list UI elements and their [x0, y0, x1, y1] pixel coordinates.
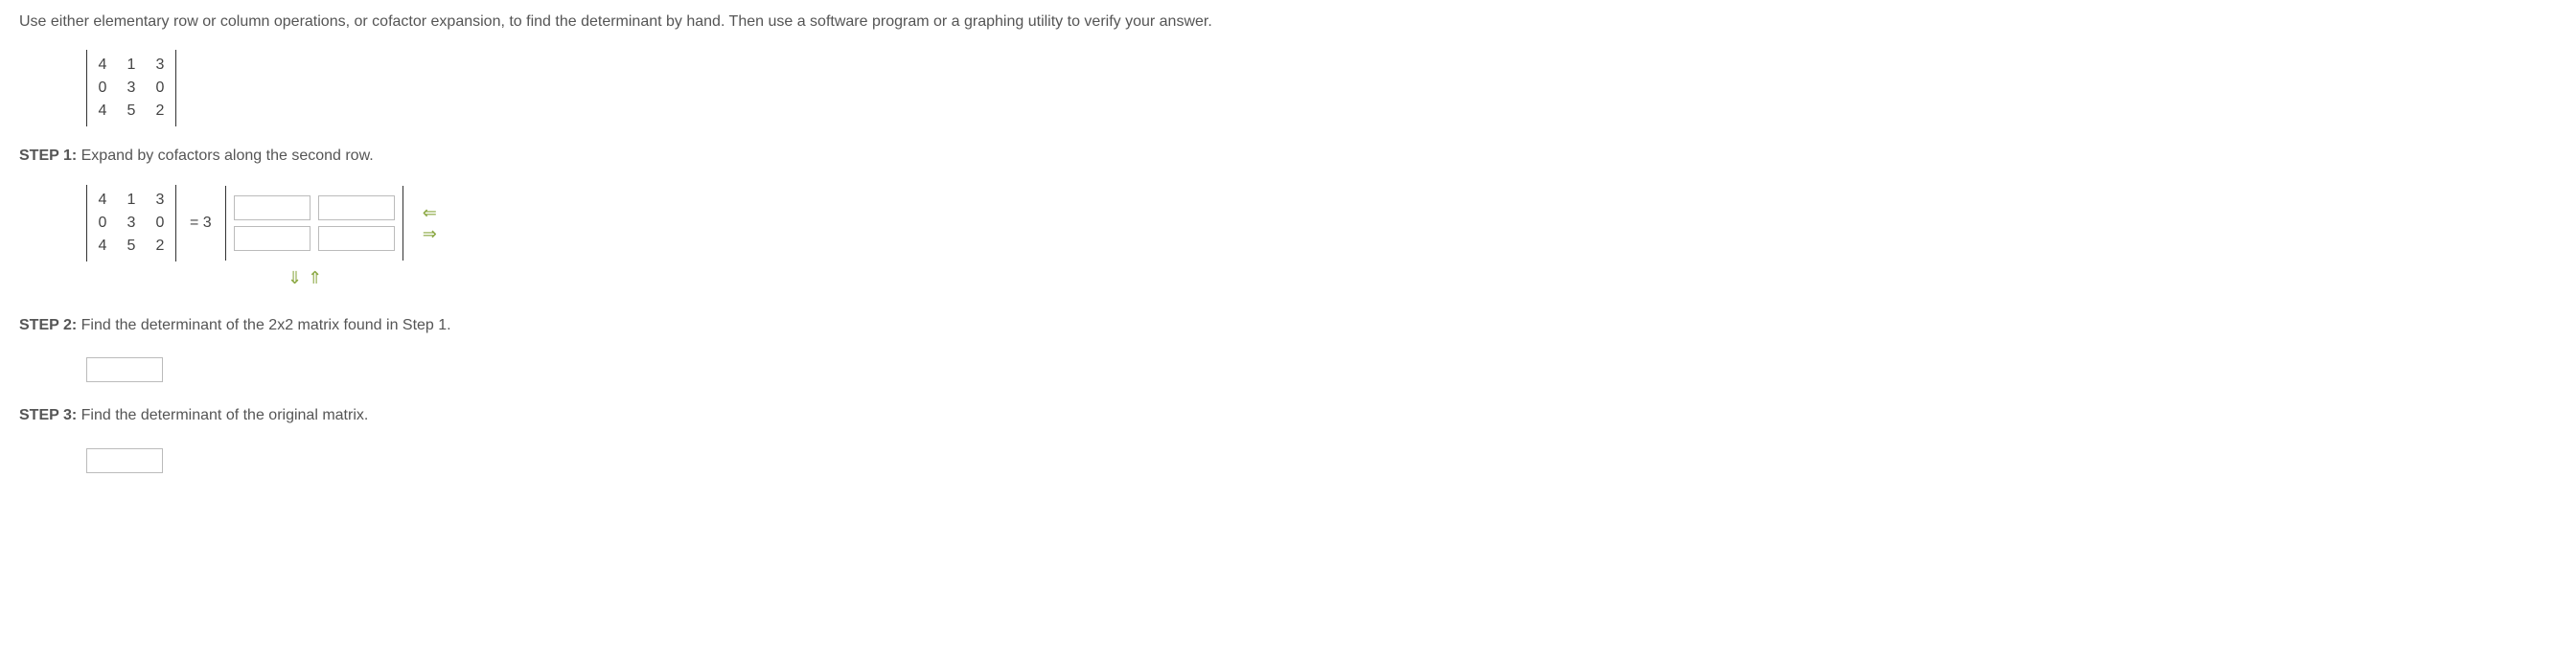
- cofactor-input-r2c2[interactable]: [318, 226, 395, 251]
- matrix-cell: 0: [95, 212, 110, 235]
- step1-text: Expand by cofactors along the second row…: [77, 148, 374, 164]
- step2-header: STEP 2: Find the determinant of the 2x2 …: [19, 315, 2557, 336]
- arrow-right-icon[interactable]: ⇒: [423, 225, 437, 242]
- matrix-cell: 3: [152, 189, 168, 212]
- step1-equation: 4 1 3 0 3 0 4 5 2 = 3 ⇐ ⇒: [86, 185, 2557, 261]
- cofactor-input-r2c1[interactable]: [234, 226, 310, 251]
- step3-answer-input[interactable]: [86, 448, 163, 473]
- matrix-cell: 1: [124, 54, 139, 77]
- arrow-up-icon[interactable]: ⇑: [308, 269, 322, 286]
- cofactor-input-r1c1[interactable]: [234, 195, 310, 220]
- step3-header: STEP 3: Find the determinant of the orig…: [19, 405, 2557, 426]
- vertical-arrows: ⇓ ⇑: [288, 269, 2557, 286]
- matrix-cell: 0: [95, 77, 110, 100]
- step3-text: Find the determinant of the original mat…: [77, 407, 368, 423]
- matrix-cell: 4: [95, 189, 110, 212]
- step1-matrix: 4 1 3 0 3 0 4 5 2: [86, 185, 176, 261]
- matrix-cell: 3: [124, 212, 139, 235]
- matrix-cell: 5: [124, 100, 139, 123]
- equals-3: = 3: [190, 213, 212, 234]
- matrix-cell: 4: [95, 235, 110, 258]
- matrix-cell: 3: [152, 54, 168, 77]
- horizontal-arrows: ⇐ ⇒: [423, 204, 437, 242]
- step1-label: STEP 1:: [19, 148, 77, 164]
- cofactor-matrix-input: [225, 186, 403, 261]
- arrow-left-icon[interactable]: ⇐: [423, 204, 437, 221]
- matrix-cell: 1: [124, 189, 139, 212]
- matrix-cell: 0: [152, 212, 168, 235]
- question-text: Use either elementary row or column oper…: [19, 11, 2557, 33]
- matrix-cell: 5: [124, 235, 139, 258]
- matrix-cell: 0: [152, 77, 168, 100]
- step1-header: STEP 1: Expand by cofactors along the se…: [19, 146, 2557, 167]
- matrix-cell: 3: [124, 77, 139, 100]
- step2-label: STEP 2:: [19, 317, 77, 333]
- step2-answer-input[interactable]: [86, 357, 163, 382]
- matrix-cell: 4: [95, 100, 110, 123]
- given-matrix-block: 4 1 3 0 3 0 4 5 2: [86, 50, 2557, 126]
- given-matrix: 4 1 3 0 3 0 4 5 2: [86, 50, 176, 126]
- cofactor-input-r1c2[interactable]: [318, 195, 395, 220]
- matrix-cell: 2: [152, 100, 168, 123]
- matrix-cell: 2: [152, 235, 168, 258]
- arrow-down-icon[interactable]: ⇓: [288, 269, 302, 286]
- step2-text: Find the determinant of the 2x2 matrix f…: [77, 317, 450, 333]
- matrix-cell: 4: [95, 54, 110, 77]
- step3-label: STEP 3:: [19, 407, 77, 423]
